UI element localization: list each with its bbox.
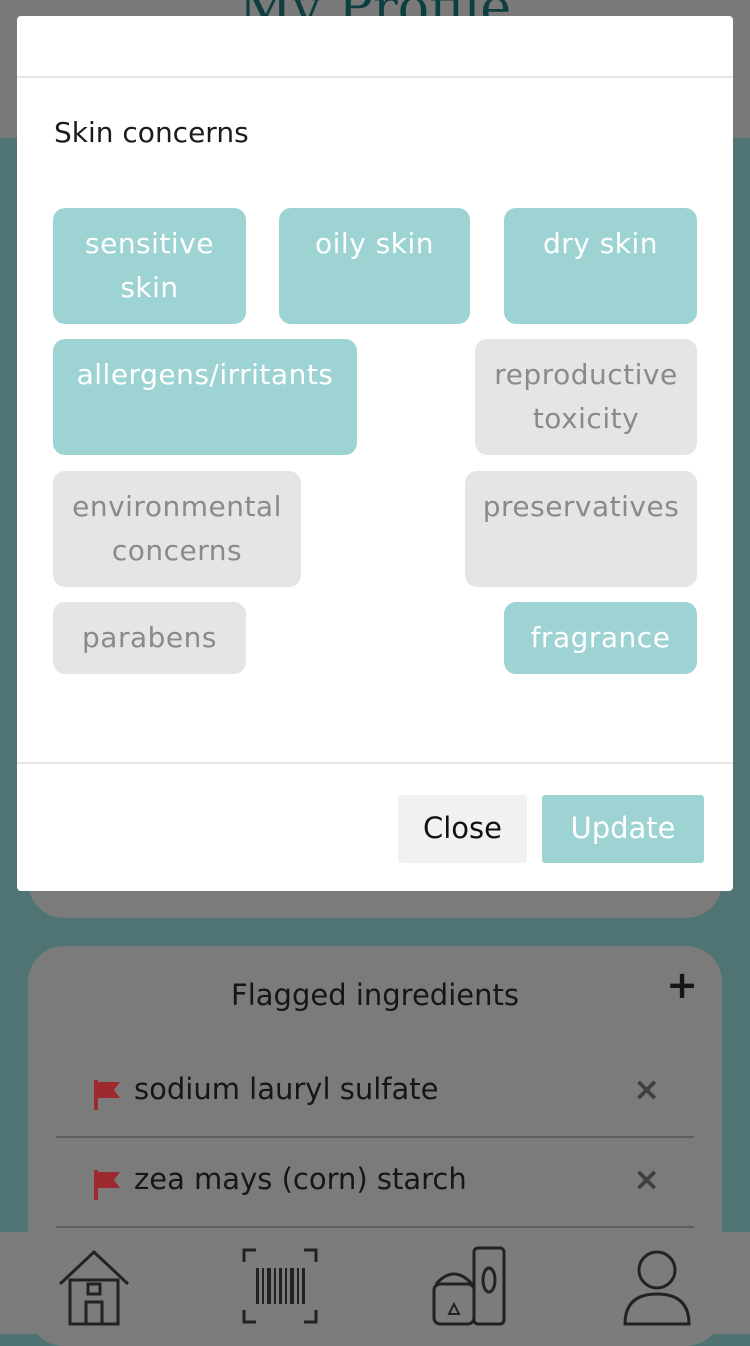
barcode-scan-icon[interactable] (238, 1244, 322, 1328)
modal-header (17, 16, 733, 78)
user-profile-icon[interactable] (615, 1244, 699, 1328)
chip-reproductive-toxicity[interactable]: reproductive toxicity (475, 339, 697, 455)
modal-footer: Close Update (17, 762, 733, 892)
flagged-ingredient-row: sodium lauryl sulfate × (56, 1046, 694, 1138)
close-button[interactable]: Close (398, 795, 527, 863)
remove-ingredient-button[interactable]: × (633, 1160, 660, 1198)
chip-environmental-concerns[interactable]: environmental concerns (53, 471, 301, 587)
chip-sensitive-skin[interactable]: sensitive skin (53, 208, 246, 324)
modal-section-title: Skin concerns (54, 116, 249, 149)
flagged-ingredient-name: sodium lauryl sulfate (134, 1072, 439, 1106)
bottom-tab-bar (0, 1232, 750, 1334)
chip-allergens-irritants[interactable]: allergens/irritants (53, 339, 357, 455)
home-icon[interactable] (52, 1244, 136, 1328)
chip-parabens[interactable]: parabens (53, 602, 246, 674)
flag-icon (94, 1080, 120, 1110)
products-icon[interactable] (428, 1244, 512, 1328)
flag-icon (94, 1170, 120, 1200)
flagged-ingredient-name: zea mays (corn) starch (134, 1162, 467, 1196)
flagged-ingredient-row: zea mays (corn) starch × (56, 1136, 694, 1228)
update-button[interactable]: Update (542, 795, 704, 863)
add-ingredient-button[interactable]: + (666, 966, 698, 1004)
chip-dry-skin[interactable]: dry skin (504, 208, 697, 324)
flagged-ingredients-title: Flagged ingredients (231, 978, 519, 1012)
skin-concerns-modal: Skin concerns sensitive skin oily skin d… (17, 16, 733, 891)
chip-fragrance[interactable]: fragrance (504, 602, 697, 674)
chip-oily-skin[interactable]: oily skin (279, 208, 470, 324)
remove-ingredient-button[interactable]: × (633, 1070, 660, 1108)
chip-preservatives[interactable]: preservatives (465, 471, 697, 587)
